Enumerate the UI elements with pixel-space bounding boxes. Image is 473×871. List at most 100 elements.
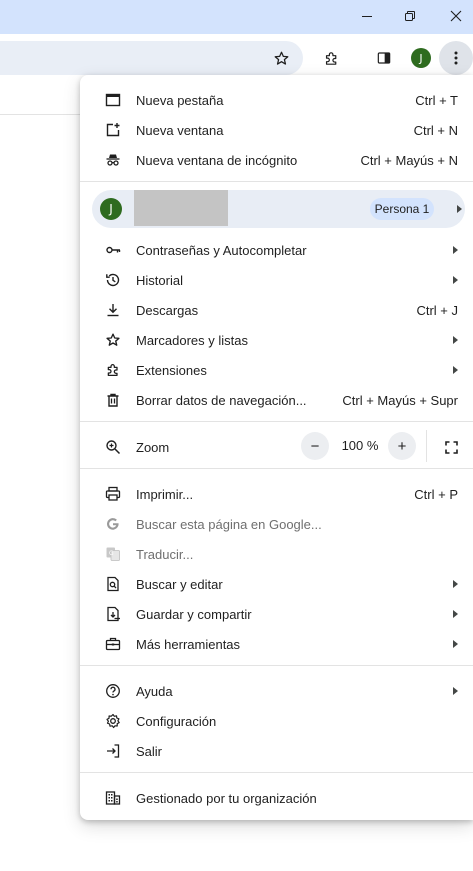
menu-item-bookmarks[interactable]: Marcadores y listas [80, 325, 473, 355]
menu-item-downloads[interactable]: Descargas Ctrl + J [80, 295, 473, 325]
menu-item-print[interactable]: Imprimir... Ctrl + P [80, 479, 473, 509]
minus-icon: − [310, 437, 320, 455]
profile-button[interactable]: J [404, 41, 438, 75]
chevron-right-icon [453, 640, 458, 648]
menu-item-label: Configuración [136, 713, 217, 729]
menu-separator [80, 181, 473, 182]
zoom-row: Zoom − 100 % + [80, 430, 473, 462]
restore-icon [405, 11, 415, 21]
window-titlebar [0, 0, 473, 34]
save-share-icon [104, 605, 122, 623]
page-divider [0, 114, 82, 115]
zoom-value: 100 % [341, 438, 379, 453]
menu-item-history[interactable]: Historial [80, 265, 473, 295]
zoom-label: Zoom [136, 439, 170, 455]
zoom-label-row: Zoom [80, 432, 280, 462]
chevron-right-icon [457, 205, 462, 213]
zoom-in-button[interactable]: + [388, 432, 416, 460]
menu-item-incognito[interactable]: Nueva ventana de incógnito Ctrl + Mayús … [80, 145, 473, 175]
chevron-right-icon [453, 366, 458, 374]
menu-item-passwords[interactable]: Contraseñas y Autocompletar [80, 235, 473, 265]
zoom-icon [104, 438, 122, 456]
fullscreen-button[interactable] [436, 432, 466, 462]
shortcut-label: Ctrl + Mayús + Supr [342, 392, 458, 408]
toolbox-icon [104, 635, 122, 653]
shortcut-label: Ctrl + Mayús + N [360, 152, 458, 168]
exit-icon [104, 742, 122, 760]
shortcut-label: Ctrl + J [416, 302, 458, 318]
settings-icon [104, 712, 122, 730]
menu-item-label: Marcadores y listas [136, 332, 248, 348]
kebab-menu-icon [454, 51, 458, 65]
incognito-icon [104, 151, 122, 169]
profile-row[interactable]: J Persona 1 [92, 190, 465, 228]
zoom-out-button[interactable]: − [301, 432, 329, 460]
menu-item-new-tab[interactable]: Nueva pestaña Ctrl + T [80, 85, 473, 115]
close-icon [450, 10, 462, 22]
print-icon [104, 485, 122, 503]
side-panel-icon [377, 52, 391, 64]
trash-icon [104, 391, 122, 409]
menu-separator [80, 421, 473, 422]
google-icon [104, 515, 122, 533]
star-icon [274, 51, 288, 65]
extensions-button[interactable] [314, 41, 348, 75]
menu-item-label: Borrar datos de navegación... [136, 392, 307, 408]
menu-item-exit[interactable]: Salir [80, 736, 473, 766]
bookmark-star-button[interactable] [264, 41, 298, 75]
help-icon [104, 682, 122, 700]
chevron-right-icon [453, 580, 458, 588]
menu-item-help[interactable]: Ayuda [80, 676, 473, 706]
menu-item-label: Imprimir... [136, 486, 194, 502]
side-panel-button[interactable] [367, 41, 401, 75]
extensions-icon [325, 51, 336, 65]
star-icon [104, 331, 122, 349]
menu-item-save-share[interactable]: Guardar y compartir [80, 599, 473, 629]
fullscreen-icon [444, 440, 458, 454]
restore-button[interactable] [390, 0, 430, 32]
menu-item-label: Nueva ventana de incógnito [136, 152, 298, 168]
minimize-button[interactable] [347, 0, 387, 32]
menu-item-label: Gestionado por tu organización [136, 790, 317, 806]
key-icon [104, 241, 122, 259]
menu-item-label: Descargas [136, 302, 199, 318]
address-bar[interactable] [0, 41, 303, 75]
menu-separator [80, 772, 473, 773]
translate-icon: G [104, 545, 122, 563]
find-icon [104, 575, 122, 593]
menu-item-new-window[interactable]: Nueva ventana Ctrl + N [80, 115, 473, 145]
menu-item-label: Guardar y compartir [136, 606, 252, 622]
chevron-right-icon [453, 610, 458, 618]
menu-item-label: Salir [136, 743, 163, 759]
menu-item-label: Historial [136, 272, 183, 288]
avatar: J [411, 48, 431, 68]
menu-item-label: Nueva pestaña [136, 92, 224, 108]
chevron-right-icon [453, 687, 458, 695]
history-icon [104, 271, 122, 289]
new-tab-icon [104, 91, 122, 109]
menu-item-label: Más herramientas [136, 636, 241, 652]
minimize-icon [362, 16, 372, 17]
svg-text:G: G [109, 550, 114, 557]
chevron-right-icon [453, 336, 458, 344]
menu-item-label: Nueva ventana [136, 122, 224, 138]
menu-item-more-tools[interactable]: Más herramientas [80, 629, 473, 659]
shortcut-label: Ctrl + T [415, 92, 458, 108]
menu-item-extensions[interactable]: Extensiones [80, 355, 473, 385]
chrome-menu-button[interactable] [439, 41, 473, 75]
menu-item-label: Contraseñas y Autocompletar [136, 242, 307, 258]
menu-item-label: Buscar y editar [136, 576, 223, 592]
menu-item-clear-data[interactable]: Borrar datos de navegación... Ctrl + May… [80, 385, 473, 415]
extensions-icon [104, 361, 122, 379]
menu-item-settings[interactable]: Configuración [80, 706, 473, 736]
menu-item-label: Traducir... [136, 546, 194, 562]
chevron-right-icon [453, 276, 458, 284]
menu-item-find-edit[interactable]: Buscar y editar [80, 569, 473, 599]
close-window-button[interactable] [436, 0, 473, 32]
building-icon [104, 789, 122, 807]
zoom-divider [426, 430, 427, 462]
menu-item-managed[interactable]: Gestionado por tu organización [80, 783, 473, 813]
redacted-profile-name [134, 190, 228, 226]
menu-item-label: Buscar esta página en Google... [136, 516, 322, 532]
chrome-main-menu: Nueva pestaña Ctrl + T Nueva ventana Ctr… [80, 75, 473, 820]
